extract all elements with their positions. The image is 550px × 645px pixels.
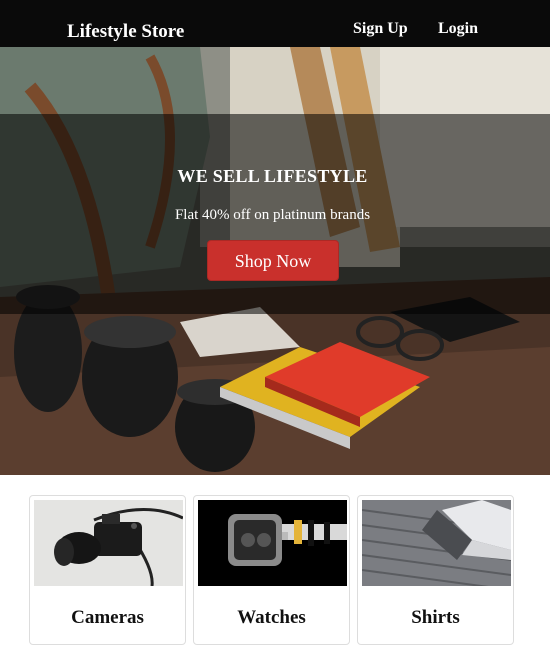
brand-logo-link[interactable]: Lifestyle Store bbox=[67, 21, 184, 43]
product-title-shirts: Shirts bbox=[411, 607, 460, 628]
shirt-thumbnail bbox=[362, 500, 511, 586]
product-grid: Cameras Watches Shirts bbox=[0, 475, 550, 645]
product-card-shirts[interactable]: Shirts bbox=[357, 495, 514, 645]
product-title-watches: Watches bbox=[237, 607, 306, 628]
navbar: Lifestyle Store Sign Up Login bbox=[0, 0, 550, 47]
camera-thumbnail bbox=[34, 500, 183, 586]
watch-thumbnail bbox=[198, 500, 347, 586]
product-title-cameras: Cameras bbox=[71, 607, 144, 628]
shop-now-button[interactable]: Shop Now bbox=[207, 240, 339, 281]
hero-title: WE SELL LIFESTYLE bbox=[177, 166, 368, 186]
hero-banner: WE SELL LIFESTYLE Flat 40% off on platin… bbox=[0, 47, 550, 475]
signup-link[interactable]: Sign Up bbox=[353, 20, 408, 38]
product-card-watches[interactable]: Watches bbox=[193, 495, 350, 645]
hero-subtitle: Flat 40% off on platinum brands bbox=[174, 207, 371, 223]
product-card-cameras[interactable]: Cameras bbox=[29, 495, 186, 645]
login-link[interactable]: Login bbox=[438, 20, 478, 38]
